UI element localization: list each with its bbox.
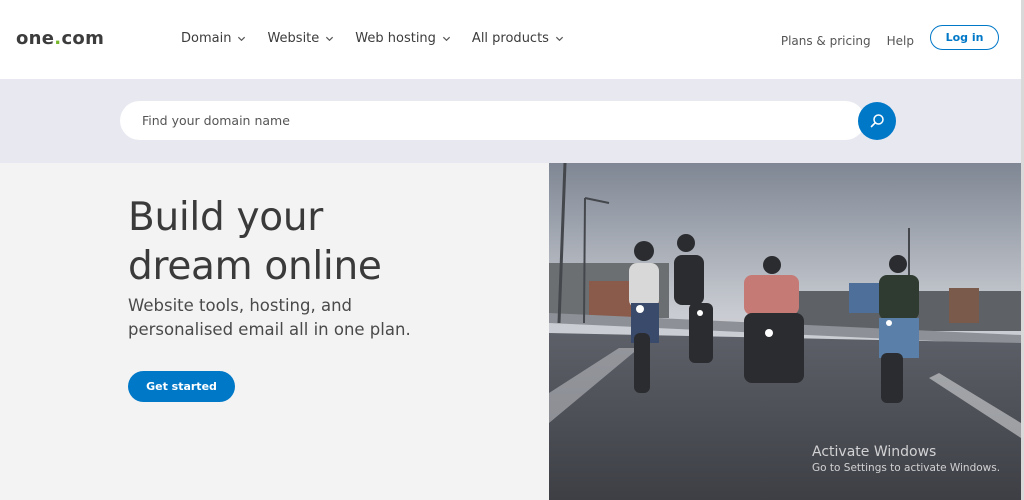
chevron-down-icon [442,36,450,42]
nav-item-website[interactable]: Website [267,31,334,46]
domain-search-band [0,79,1021,163]
site-header: one.com Domain Website Web hosting All p… [0,0,1024,79]
nav-item-web-hosting[interactable]: Web hosting [355,31,451,46]
nav-label: Website [267,31,320,46]
help-link[interactable]: Help [887,34,914,48]
get-started-button[interactable]: Get started [128,371,235,402]
domain-search-input[interactable] [142,101,842,140]
login-button[interactable]: Log in [930,25,999,50]
search-button[interactable] [858,102,896,140]
main-nav: Domain Website Web hosting All products [181,31,564,46]
activate-windows-watermark: Activate Windows Go to Settings to activ… [812,444,1000,474]
hero-title-line-2: dream online [128,244,382,289]
hero-subtitle: Website tools, hosting, and personalised… [128,294,508,342]
plans-pricing-link[interactable]: Plans & pricing [781,34,871,48]
hero-subtitle-line-1: Website tools, hosting, and [128,296,353,315]
hero-title-line-1: Build your [128,195,323,240]
hero-subtitle-line-2: personalised email all in one plan. [128,320,411,339]
nav-item-all-products[interactable]: All products [472,31,564,46]
nav-label: Web hosting [355,31,436,46]
search-icon [870,114,884,128]
hero-title: Build your dream online [128,193,382,291]
nav-item-domain[interactable]: Domain [181,31,246,46]
chevron-down-icon [238,36,246,42]
chevron-down-icon [555,36,564,42]
logo-text-one: one [16,28,55,49]
nav-label: All products [471,31,549,46]
logo-text-com: com [61,28,105,49]
search-box [120,101,865,140]
chevron-down-icon [326,36,334,42]
nav-label: Domain [181,31,232,46]
header-right-links: Plans & pricing Help Log in [781,25,999,50]
one-com-logo[interactable]: one.com [16,28,104,49]
watermark-title: Activate Windows [812,444,937,460]
watermark-subtitle: Go to Settings to activate Windows. [812,462,1001,474]
hero-section: Build your dream online Website tools, h… [0,163,549,500]
